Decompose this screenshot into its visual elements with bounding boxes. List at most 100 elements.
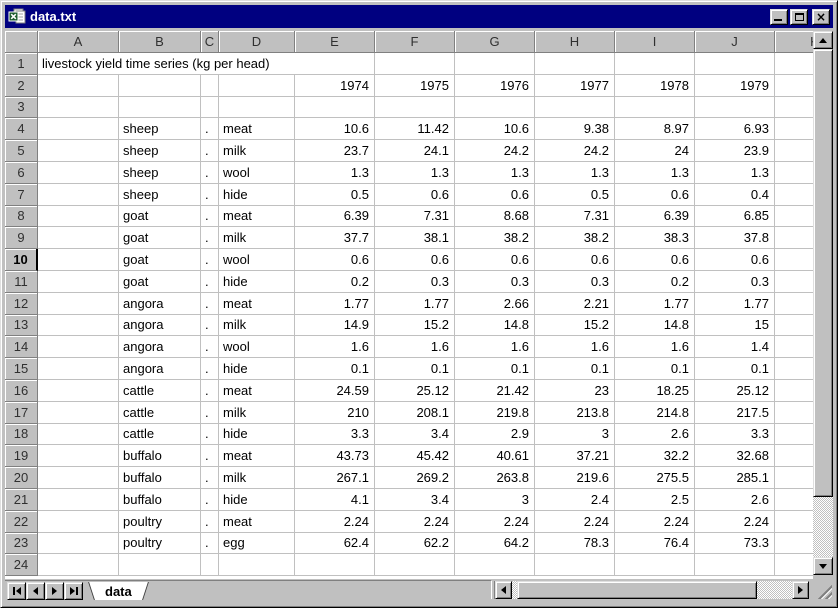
cell-A15[interactable] xyxy=(38,358,119,380)
row-header-24[interactable]: 24 xyxy=(5,554,38,577)
cell-G12[interactable]: 2.66 xyxy=(455,292,535,315)
cell-I11[interactable]: 0.2 xyxy=(615,270,695,293)
cell-A20[interactable] xyxy=(38,467,119,489)
cell-E5[interactable]: 23.7 xyxy=(295,140,375,162)
cell-J7[interactable]: 0.4 xyxy=(695,183,775,206)
cell-F24[interactable] xyxy=(375,554,455,577)
cell-E18[interactable]: 3.3 xyxy=(295,423,375,446)
cell-A23[interactable] xyxy=(38,532,119,555)
cell-B21[interactable]: buffalo xyxy=(119,488,201,511)
cell-I14[interactable]: 1.6 xyxy=(615,336,695,359)
cell-C16[interactable]: . xyxy=(201,379,219,402)
cell-J24[interactable] xyxy=(695,554,775,577)
cell-J6[interactable]: 1.3 xyxy=(695,161,775,184)
maximize-button[interactable] xyxy=(790,8,808,25)
cell-I5[interactable]: 24 xyxy=(615,140,695,162)
cell-K13[interactable] xyxy=(775,314,813,337)
cell-F5[interactable]: 24.1 xyxy=(375,140,455,162)
cell-D23[interactable]: egg xyxy=(219,532,295,555)
cell-G23[interactable]: 64.2 xyxy=(455,532,535,555)
cell-G10[interactable]: 0.6 xyxy=(455,249,535,271)
cell-C6[interactable]: . xyxy=(201,161,219,184)
cell-E22[interactable]: 2.24 xyxy=(295,510,375,533)
cell-B9[interactable]: goat xyxy=(119,227,201,250)
cell-D12[interactable]: meat xyxy=(219,292,295,315)
cell-H1[interactable] xyxy=(535,53,615,75)
cell-F16[interactable]: 25.12 xyxy=(375,379,455,402)
cell-H11[interactable]: 0.3 xyxy=(535,270,615,293)
column-header-A[interactable]: A xyxy=(38,31,119,53)
cell-E7[interactable]: 0.5 xyxy=(295,183,375,206)
cell-F18[interactable]: 3.4 xyxy=(375,423,455,446)
cell-K15[interactable] xyxy=(775,358,813,380)
cell-H7[interactable]: 0.5 xyxy=(535,183,615,206)
cell-E12[interactable]: 1.77 xyxy=(295,292,375,315)
cell-J12[interactable]: 1.77 xyxy=(695,292,775,315)
scroll-down-button[interactable] xyxy=(813,557,833,575)
cell-A2[interactable] xyxy=(38,74,119,97)
cell-B5[interactable]: sheep xyxy=(119,140,201,162)
cell-B16[interactable]: cattle xyxy=(119,379,201,402)
column-header-B[interactable]: B xyxy=(119,31,201,53)
cell-I22[interactable]: 2.24 xyxy=(615,510,695,533)
vertical-scroll-thumb[interactable] xyxy=(813,49,833,497)
minimize-button[interactable] xyxy=(770,8,788,25)
cell-F23[interactable]: 62.2 xyxy=(375,532,455,555)
cell-G2[interactable]: 1976 xyxy=(455,74,535,97)
cell-K4[interactable] xyxy=(775,118,813,141)
cell-C8[interactable]: . xyxy=(201,205,219,228)
cell-G20[interactable]: 263.8 xyxy=(455,467,535,489)
cell-B8[interactable]: goat xyxy=(119,205,201,228)
cell-G5[interactable]: 24.2 xyxy=(455,140,535,162)
cell-I3[interactable] xyxy=(615,96,695,119)
cell-F3[interactable] xyxy=(375,96,455,119)
cell-K12[interactable] xyxy=(775,292,813,315)
cell-A24[interactable] xyxy=(38,554,119,577)
cell-D24[interactable] xyxy=(219,554,295,577)
cell-C10[interactable]: . xyxy=(201,249,219,271)
cell-K10[interactable] xyxy=(775,249,813,271)
row-header-11[interactable]: 11 xyxy=(5,270,38,293)
cell-E3[interactable] xyxy=(295,96,375,119)
row-header-3[interactable]: 3 xyxy=(5,96,38,119)
cell-D13[interactable]: milk xyxy=(219,314,295,337)
cell-C7[interactable]: . xyxy=(201,183,219,206)
cell-G18[interactable]: 2.9 xyxy=(455,423,535,446)
cell-I15[interactable]: 0.1 xyxy=(615,358,695,380)
cell-I23[interactable]: 76.4 xyxy=(615,532,695,555)
last-sheet-button[interactable] xyxy=(64,582,83,600)
cell-C19[interactable]: . xyxy=(201,445,219,468)
scroll-right-button[interactable] xyxy=(792,581,809,599)
cell-J13[interactable]: 15 xyxy=(695,314,775,337)
cell-C24[interactable] xyxy=(201,554,219,577)
cell-C13[interactable]: . xyxy=(201,314,219,337)
cell-C22[interactable]: . xyxy=(201,510,219,533)
cell-G24[interactable] xyxy=(455,554,535,577)
cell-G16[interactable]: 21.42 xyxy=(455,379,535,402)
cell-D5[interactable]: milk xyxy=(219,140,295,162)
column-header-G[interactable]: G xyxy=(455,31,535,53)
cell-H21[interactable]: 2.4 xyxy=(535,488,615,511)
column-header-D[interactable]: D xyxy=(219,31,295,53)
cell-K9[interactable] xyxy=(775,227,813,250)
cell-B15[interactable]: angora xyxy=(119,358,201,380)
cell-F12[interactable]: 1.77 xyxy=(375,292,455,315)
cell-B14[interactable]: angora xyxy=(119,336,201,359)
cell-F7[interactable]: 0.6 xyxy=(375,183,455,206)
cell-J18[interactable]: 3.3 xyxy=(695,423,775,446)
column-header-E[interactable]: E xyxy=(295,31,375,53)
cell-H20[interactable]: 219.6 xyxy=(535,467,615,489)
cell-A18[interactable] xyxy=(38,423,119,446)
cell-J10[interactable]: 0.6 xyxy=(695,249,775,271)
cell-A5[interactable] xyxy=(38,140,119,162)
cell-D3[interactable] xyxy=(219,96,295,119)
row-header-23[interactable]: 23 xyxy=(5,532,38,555)
cell-B19[interactable]: buffalo xyxy=(119,445,201,468)
row-header-20[interactable]: 20 xyxy=(5,467,38,489)
cell-I16[interactable]: 18.25 xyxy=(615,379,695,402)
cell-D18[interactable]: hide xyxy=(219,423,295,446)
cell-G17[interactable]: 219.8 xyxy=(455,401,535,424)
cell-E4[interactable]: 10.6 xyxy=(295,118,375,141)
cell-G3[interactable] xyxy=(455,96,535,119)
cell-C12[interactable]: . xyxy=(201,292,219,315)
